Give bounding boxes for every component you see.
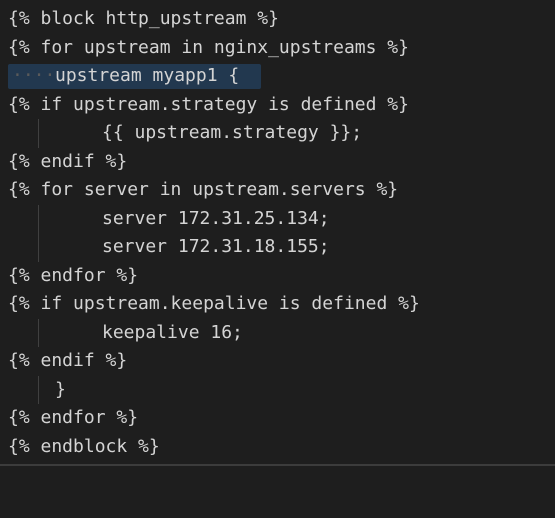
code-line-3[interactable]: ···· upstream myapp1 { bbox=[0, 62, 555, 91]
indent-guide bbox=[38, 233, 39, 262]
indent-guide bbox=[38, 204, 39, 233]
code-text: {% block http_upstream %} bbox=[8, 8, 279, 29]
code-text: server 172.31.25.134; bbox=[102, 207, 330, 229]
code-text: {{ upstream.strategy }}; bbox=[102, 122, 363, 143]
code-line-2[interactable]: {% for upstream in nginx_upstreams %} bbox=[0, 34, 555, 63]
code-line-8[interactable]: server 172.31.25.134; bbox=[0, 204, 555, 233]
code-line-1[interactable]: {% block http_upstream %} bbox=[0, 5, 555, 34]
whitespace-dots: ···· bbox=[12, 65, 56, 86]
code-line-7[interactable]: {% for server in upstream.servers %} bbox=[0, 176, 555, 205]
code-line-11[interactable]: {% if upstream.keepalive is defined %} bbox=[0, 290, 555, 319]
code-line-16[interactable]: {% endblock %} bbox=[0, 433, 555, 462]
code-line-13[interactable]: {% endif %} bbox=[0, 347, 555, 376]
code-text: {% endblock %} bbox=[8, 435, 160, 457]
code-line-15[interactable]: {% endfor %} bbox=[0, 404, 555, 433]
code-text: {% endfor %} bbox=[8, 264, 139, 286]
code-text: keepalive 16; bbox=[102, 321, 243, 343]
indent-guide bbox=[38, 375, 39, 404]
code-text: {% if upstream.strategy is defined %} bbox=[8, 93, 409, 115]
code-editor[interactable]: {% block http_upstream %} {% for upstrea… bbox=[0, 0, 555, 466]
code-text: {% endif %} bbox=[8, 150, 128, 172]
code-line-9[interactable]: server 172.31.18.155; bbox=[0, 233, 555, 262]
code-text: {% endfor %} bbox=[8, 407, 139, 428]
indent-guide bbox=[38, 318, 39, 347]
code-line-14[interactable]: } bbox=[0, 375, 555, 404]
code-text: upstream myapp1 { bbox=[55, 65, 240, 86]
code-text: {% if upstream.keepalive is defined %} bbox=[8, 293, 420, 314]
indent-guide bbox=[38, 119, 39, 148]
code-text: } bbox=[55, 378, 66, 400]
code-text: {% for upstream in nginx_upstreams %} bbox=[8, 36, 409, 58]
code-line-5[interactable]: {{ upstream.strategy }}; bbox=[0, 119, 555, 148]
code-text: {% endif %} bbox=[8, 350, 128, 371]
code-line-12[interactable]: keepalive 16; bbox=[0, 318, 555, 347]
code-text: {% for server in upstream.servers %} bbox=[8, 179, 399, 200]
code-line-10[interactable]: {% endfor %} bbox=[0, 262, 555, 291]
code-text: server 172.31.18.155; bbox=[102, 236, 330, 257]
code-line-6[interactable]: {% endif %} bbox=[0, 148, 555, 177]
code-line-4[interactable]: {% if upstream.strategy is defined %} bbox=[0, 91, 555, 120]
